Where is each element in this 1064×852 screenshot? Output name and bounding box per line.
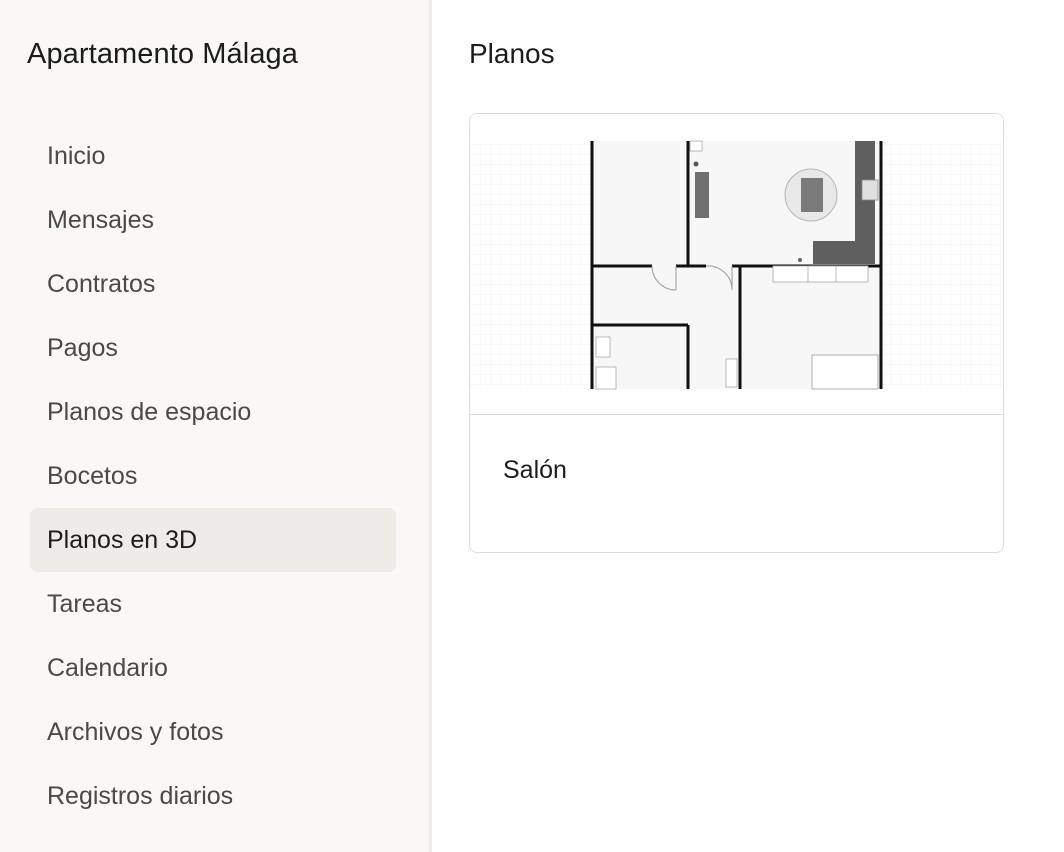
project-title: Apartamento Málaga	[27, 38, 299, 70]
sidebar-item-inicio[interactable]: Inicio	[30, 124, 396, 188]
sidebar-item-registros-diarios[interactable]: Registros diarios	[30, 764, 396, 828]
sidebar-item-planos-en-3d[interactable]: Planos en 3D	[30, 508, 396, 572]
page-title: Planos	[469, 38, 555, 69]
sidebar-item-pagos[interactable]: Pagos	[30, 316, 396, 380]
main-content: Planos Salón	[435, 0, 1064, 852]
sidebar-item-archivos-y-fotos[interactable]: Archivos y fotos	[30, 700, 396, 764]
sidebar-item-contratos[interactable]: Contratos	[30, 252, 396, 316]
card-title: Salón	[503, 456, 567, 484]
sidebar-nav: Inicio Mensajes Contratos Pagos Planos d…	[30, 124, 396, 828]
floor-plan-card[interactable]: Salón	[469, 113, 1004, 553]
sidebar-item-bocetos[interactable]: Bocetos	[30, 444, 396, 508]
floor-plan-thumbnail	[470, 114, 1003, 415]
floor-plan-image	[470, 140, 1003, 390]
sidebar-item-tareas[interactable]: Tareas	[30, 572, 396, 636]
sidebar-item-planos-de-espacio[interactable]: Planos de espacio	[30, 380, 396, 444]
sidebar-item-calendario[interactable]: Calendario	[30, 636, 396, 700]
sidebar: Apartamento Málaga Inicio Mensajes Contr…	[0, 0, 432, 852]
sidebar-item-mensajes[interactable]: Mensajes	[30, 188, 396, 252]
